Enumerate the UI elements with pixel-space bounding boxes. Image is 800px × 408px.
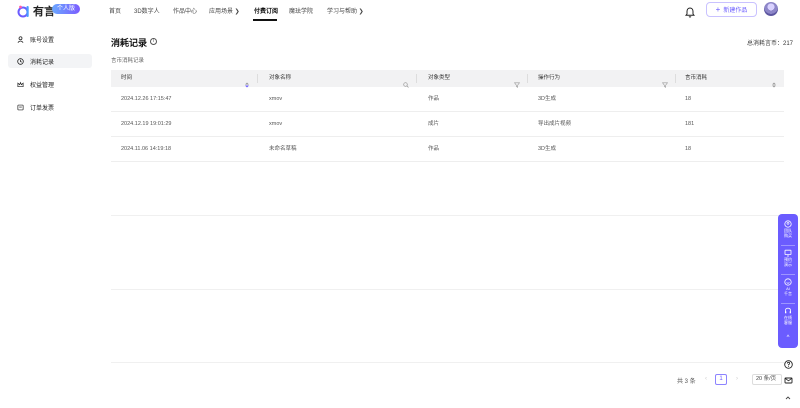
table-header: 时间 对象名称 对象类型 操作行为 言币消耗 [111, 70, 784, 88]
column-divider [257, 74, 258, 83]
float-book-demo[interactable]: 预约 演示 [778, 249, 798, 267]
table-row[interactable]: 2024.12.26 17:15:47 xmov 作品 3D生成 18 [111, 87, 784, 112]
sidebar-item-label: 消耗记录 [30, 59, 55, 66]
sidebar-item-consumption-records[interactable]: 消耗记录 [8, 54, 92, 68]
mail-icon [784, 372, 793, 390]
cell-action: 导出成片视频 [538, 121, 572, 127]
cell-object-type: 作品 [428, 146, 440, 152]
divider [781, 303, 795, 304]
sidebar: 账号设置 消耗记录 权益管理 订单发票 [0, 26, 95, 408]
message-button[interactable] [781, 374, 795, 388]
cell-object-type: 作品 [428, 96, 440, 102]
sort-icon[interactable] [244, 75, 250, 88]
float-online-support[interactable]: 在线 客服 [778, 307, 798, 325]
column-header-action: 操作行为 [538, 75, 561, 81]
new-work-button[interactable]: + 新建作品 [706, 2, 757, 17]
sort-icon[interactable] [771, 75, 777, 88]
team-purchase-icon [784, 220, 792, 228]
help-button[interactable] [781, 358, 795, 372]
pagination-current-page[interactable]: 1 [715, 374, 727, 385]
sidebar-item-orders-invoices[interactable]: 订单发票 [8, 100, 92, 114]
float-label: 演示 [784, 261, 792, 267]
search-icon[interactable] [403, 75, 409, 88]
nav-subscription[interactable]: 付费订阅 [254, 6, 278, 15]
float-label: 客服 [784, 319, 792, 325]
column-header-object-name: 对象名称 [269, 75, 292, 81]
user-icon [16, 35, 24, 43]
page-size-select[interactable]: 20 条/页 [752, 374, 782, 385]
table-row[interactable]: 2024.12.19 19:01:29 xmov 成片 导出成片视频 181 [111, 112, 784, 137]
active-nav-indicator [253, 19, 277, 21]
crown-icon [16, 80, 24, 88]
page-title: 消耗记录 [111, 38, 148, 48]
nav-scenarios[interactable]: 应用场景 ❯ [209, 6, 240, 15]
new-work-label: 新建作品 [723, 8, 748, 14]
divider [111, 215, 784, 216]
headset-icon [784, 307, 792, 315]
column-header-object-type: 对象类型 [428, 75, 451, 81]
sidebar-item-benefits-management[interactable]: 权益管理 [8, 77, 92, 91]
pagination-total: 共 3 条 [677, 379, 696, 385]
float-team-purchase[interactable]: 团队 购买 [778, 220, 798, 238]
filter-icon[interactable] [661, 75, 669, 88]
back-to-top-button[interactable] [781, 391, 795, 405]
cell-object-name: xmov [269, 96, 283, 102]
cell-object-name: 未命名草稿 [269, 146, 297, 152]
sidebar-item-label: 账号设置 [30, 37, 55, 44]
sidebar-item-account-settings[interactable]: 账号设置 [8, 32, 92, 46]
cell-cost: 181 [685, 121, 695, 127]
cell-action: 3D生成 [538, 96, 557, 102]
cell-cost: 18 [685, 96, 692, 102]
chevron-up-icon [784, 389, 792, 407]
sidebar-item-label: 订单发票 [30, 105, 55, 112]
page-size-value: 20 条/页 [756, 376, 777, 382]
info-icon[interactable]: i [150, 38, 157, 45]
cell-cost: 18 [685, 146, 692, 152]
total-consumption: 总消耗言币：217 [746, 41, 793, 47]
column-divider [416, 74, 417, 83]
section-subtitle: 言币消耗记录 [111, 58, 145, 64]
plus-icon: + [715, 5, 721, 14]
table-row[interactable]: 2024.11.06 14:19:18 未命名草稿 作品 3D生成 18 [111, 137, 784, 162]
float-label: 购买 [784, 232, 792, 238]
nav-works-center[interactable]: 作品中心 [173, 6, 197, 15]
main-content: 消耗记录 i 总消耗言币：217 言币消耗记录 时间 对象名称 对象类型 操作行… [103, 26, 793, 408]
nav-3d-avatar[interactable]: 3D数字人 [134, 6, 160, 15]
chevron-up-icon[interactable]: ^ [778, 335, 798, 340]
divider [781, 274, 795, 275]
chevron-left-icon[interactable]: ‹ [701, 374, 711, 384]
divider [781, 245, 795, 246]
filter-icon[interactable] [513, 75, 521, 88]
column-header-cost: 言币消耗 [685, 75, 708, 81]
nav-home[interactable]: 首页 [109, 6, 121, 15]
logo-icon [17, 4, 31, 18]
divider [111, 362, 784, 363]
chevron-right-icon[interactable]: › [732, 374, 742, 384]
demo-icon [784, 249, 792, 257]
cell-action: 3D生成 [538, 146, 557, 152]
float-ai-qianyan[interactable]: AI 千言 [778, 278, 798, 296]
clock-icon [16, 57, 24, 65]
cell-time: 2024.12.26 17:15:47 [121, 96, 172, 102]
plan-badge: 个人版 [52, 4, 81, 14]
float-label: 千言 [784, 290, 792, 296]
column-divider [527, 74, 528, 83]
receipt-icon [16, 103, 24, 111]
cell-time: 2024.11.06 14:19:18 [121, 146, 172, 152]
sidebar-item-label: 权益管理 [30, 82, 55, 89]
cell-time: 2024.12.19 19:01:29 [121, 121, 172, 127]
avatar[interactable] [764, 2, 778, 16]
nav-academy[interactable]: 魔珐学院 [289, 6, 313, 15]
floating-toolbar: 团队 购买 预约 演示 AI 千言 在线 客服 ^ [778, 214, 798, 348]
bell-icon[interactable] [684, 5, 696, 18]
cell-object-name: xmov [269, 121, 283, 127]
logo[interactable]: 有言 [17, 3, 55, 19]
top-bar: 有言 个人版 首页 3D数字人 作品中心 应用场景 ❯ 付费订阅 魔珐学院 学习… [0, 0, 800, 22]
column-header-time: 时间 [121, 75, 133, 81]
divider [111, 289, 784, 290]
cell-object-type: 成片 [428, 121, 440, 127]
column-divider [675, 74, 676, 83]
ai-icon [784, 278, 792, 286]
nav-learning-help[interactable]: 学习与帮助 ❯ [327, 6, 364, 15]
